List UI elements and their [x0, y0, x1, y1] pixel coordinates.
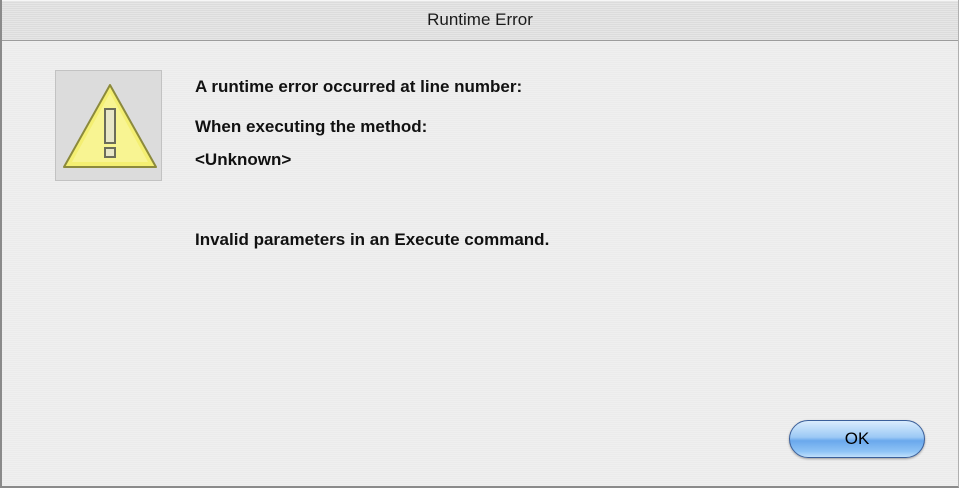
- title-bar[interactable]: Runtime Error: [2, 0, 958, 41]
- line-number-message: A runtime error occurred at line number:: [195, 77, 523, 96]
- window-title: Runtime Error: [427, 10, 533, 29]
- method-message: When executing the method:: [195, 117, 428, 136]
- runtime-error-dialog: Runtime Error A runtime error occurred a…: [0, 0, 959, 488]
- warning-triangle-icon: [63, 84, 157, 168]
- ok-button[interactable]: OK: [789, 420, 925, 458]
- method-value: <Unknown>: [195, 150, 292, 169]
- warning-icon-well: [55, 70, 162, 181]
- error-message: Invalid parameters in an Execute command…: [195, 230, 550, 249]
